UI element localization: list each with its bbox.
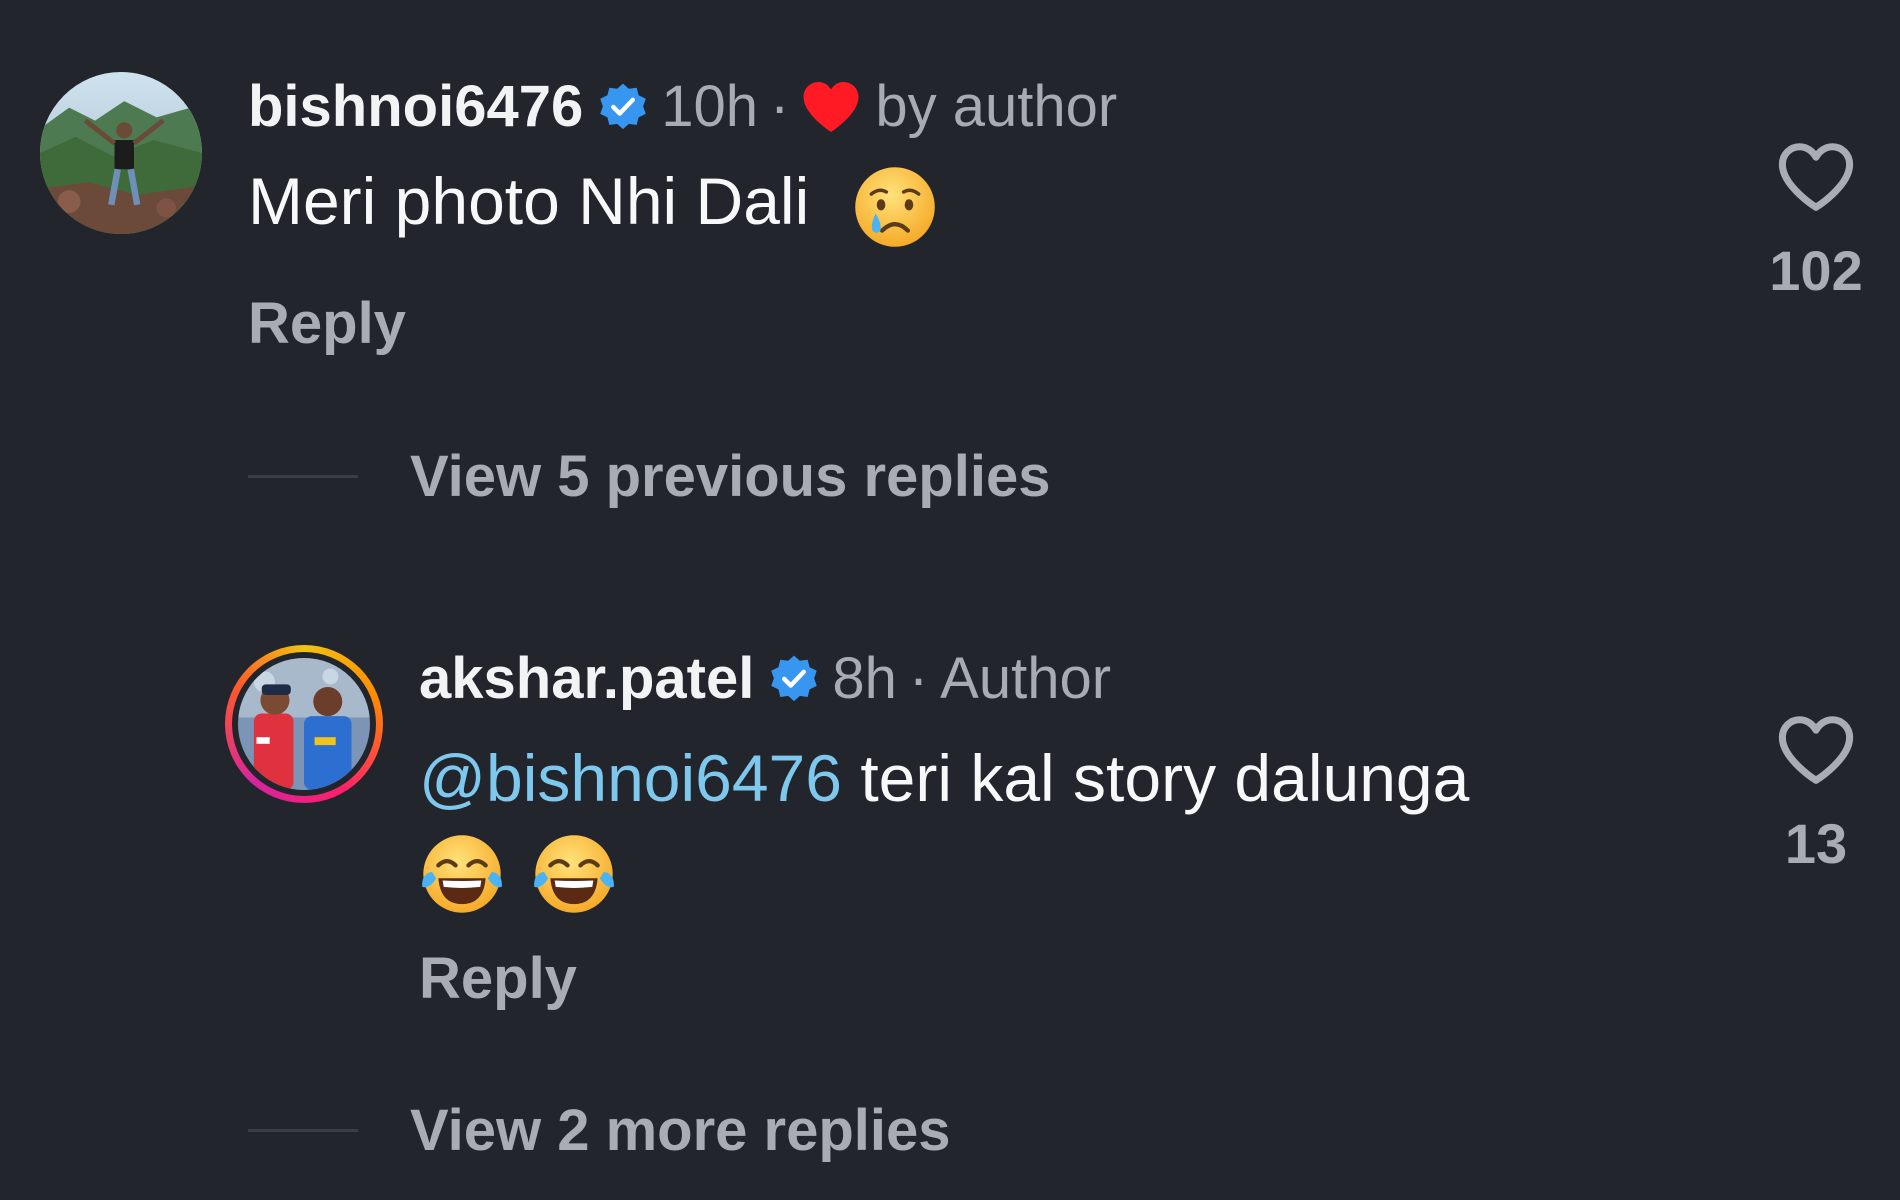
liked-by-author-label: by author (875, 74, 1118, 139)
reply-like-count: 13 (1784, 812, 1848, 875)
comment-text-content: Meri photo Nhi Dali (248, 164, 810, 238)
crying-face-emoji (852, 164, 938, 250)
laughing-emoji (531, 831, 617, 917)
comments-thread: bishnoi6476 10h · by author Meri photo N… (0, 0, 1900, 1200)
view-previous-replies-button[interactable]: View 5 previous replies (248, 443, 1050, 510)
view-previous-replies-label: View 5 previous replies (410, 444, 1051, 509)
thread-divider-line (248, 1129, 358, 1132)
view-more-replies-label: View 2 more replies (410, 1098, 951, 1163)
comment-like-count: 102 (1769, 239, 1863, 302)
comment-like-column: 102 (1746, 140, 1886, 303)
comment-timestamp: 10h (661, 74, 759, 139)
author-label: Author (940, 646, 1112, 711)
like-heart-outline-icon[interactable] (1775, 713, 1857, 787)
verified-badge-icon (597, 81, 649, 133)
laughing-emoji (419, 831, 505, 917)
reply-like-column: 13 (1746, 713, 1886, 876)
reply-text-content: teri kal story dalunga (841, 741, 1470, 815)
separator-dot: · (770, 74, 790, 139)
reply-button[interactable]: Reply (248, 290, 406, 357)
avatar-bishnoi6476[interactable] (40, 72, 202, 234)
reply-timestamp: 8h (832, 646, 897, 711)
thread-divider-line (248, 475, 358, 478)
reply-header: akshar.patel 8h · Author (419, 650, 1111, 708)
comment-username[interactable]: bishnoi6476 (248, 78, 583, 136)
separator-dot: · (908, 646, 929, 711)
verified-badge-icon (768, 653, 820, 705)
like-heart-outline-icon[interactable] (1775, 140, 1857, 214)
avatar-akshar-patel[interactable] (225, 645, 383, 803)
reply-button[interactable]: Reply (419, 945, 577, 1012)
avatar-image (238, 658, 370, 790)
comment-text: Meri photo Nhi Dali (248, 156, 938, 250)
mention-link[interactable]: @bishnoi6476 (419, 741, 842, 815)
reply-username[interactable]: akshar.patel (419, 650, 754, 708)
avatar-story-ring (232, 652, 376, 796)
comment-header: bishnoi6476 10h · by author (248, 78, 1117, 136)
reply-text: @bishnoi6476 teri kal story dalunga (419, 733, 1709, 917)
heart-icon (801, 79, 861, 135)
view-more-replies-button[interactable]: View 2 more replies (248, 1097, 951, 1164)
